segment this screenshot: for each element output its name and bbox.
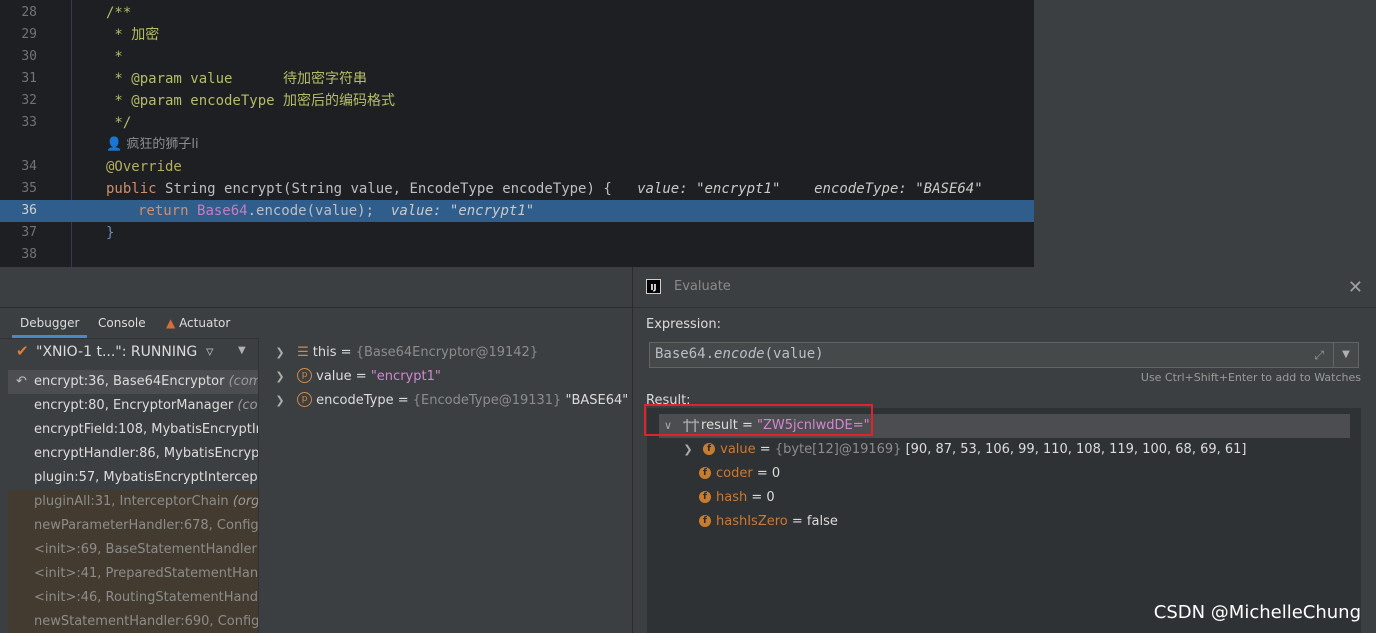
- code-line-30[interactable]: 30 *: [0, 46, 1034, 68]
- variable-value[interactable]: ❯ p value = "encrypt1": [273, 365, 441, 389]
- parameter-icon: p: [297, 392, 313, 407]
- code-editor[interactable]: 28 /** 29 * 加密 30 * 31 * @param value 待加…: [0, 0, 1376, 372]
- frame-item-library[interactable]: <init>:46, RoutingStatementHandler: [8, 586, 258, 610]
- debug-tool-window: Debugger Console ▲ Actuator ✔ "XNIO-1 t.…: [0, 267, 632, 633]
- frame-item[interactable]: encryptField:108, MybatisEncryptInte: [8, 418, 258, 442]
- code-text: * 加密: [106, 27, 160, 43]
- step-back-icon: ↶: [16, 374, 27, 389]
- actuator-icon: ▲: [166, 316, 176, 330]
- line-number: 32: [21, 93, 37, 108]
- variable-this[interactable]: ❯ ☰ this = {Base64Encryptor@19142}: [273, 341, 538, 365]
- line-number: 37: [21, 225, 37, 240]
- watches-hint: Use Ctrl+Shift+Enter to add to Watches: [1140, 371, 1361, 384]
- frame-item-library[interactable]: pluginAll:31, InterceptorChain (org.a: [8, 490, 258, 514]
- result-child-hashiszero[interactable]: f hashIsZero = false: [695, 510, 838, 534]
- field-icon: f: [699, 490, 711, 503]
- code-text: /**: [106, 5, 132, 21]
- code-text: @Override: [106, 159, 182, 175]
- code-line-31[interactable]: 31 * @param value 待加密字符串: [0, 68, 1034, 90]
- evaluate-dialog: IJ Evaluate ✕ Expression: Base64.encode(…: [632, 267, 1376, 633]
- expression-text: Base64.encode(value): [655, 346, 824, 362]
- chevron-right-icon[interactable]: ❯: [681, 438, 695, 462]
- user-icon: 👤: [106, 137, 123, 152]
- chevron-right-icon[interactable]: ❯: [273, 389, 287, 413]
- line-number: 30: [21, 49, 37, 64]
- author-name: 疯狂的狮子li: [126, 137, 199, 152]
- code-text: *: [106, 49, 123, 65]
- tab-actuator[interactable]: ▲ Actuator: [158, 308, 238, 338]
- variable-encodetype[interactable]: ❯ p encodeType = {EncodeType@19131} "BASE…: [273, 389, 628, 413]
- debug-toolbar: [0, 267, 632, 308]
- debug-tabs: Debugger Console ▲ Actuator: [0, 308, 632, 339]
- code-text: }: [106, 225, 115, 241]
- inline-debug-values: value: "encrypt1" encodeType: "BASE64": [637, 181, 983, 197]
- thread-label: "XNIO-1 t...": RUNNING: [36, 344, 198, 360]
- check-icon: ✔: [16, 342, 29, 360]
- chevron-down-icon[interactable]: ▼: [238, 345, 246, 356]
- code-line-36-current[interactable]: 36 return Base64.encode(value); value: "…: [0, 200, 1034, 222]
- line-number: 31: [21, 71, 37, 86]
- frame-item-library[interactable]: <init>:69, BaseStatementHandler (o: [8, 538, 258, 562]
- code-line-33[interactable]: 33 */: [0, 112, 1034, 134]
- frame-item[interactable]: encryptHandler:86, MybatisEncryptIn: [8, 442, 258, 466]
- code-text: * @param value 待加密字符串: [106, 71, 368, 87]
- code-line-32[interactable]: 32 * @param encodeType 加密后的编码格式: [0, 90, 1034, 112]
- result-child-hash[interactable]: f hash = 0: [695, 486, 775, 510]
- variables-tree[interactable]: ❯ ☰ this = {Base64Encryptor@19142} ❯ p val…: [259, 338, 632, 633]
- line-number: 28: [21, 5, 37, 20]
- chevron-right-icon[interactable]: ❯: [273, 365, 287, 389]
- result-child-coder[interactable]: f coder = 0: [695, 462, 780, 486]
- tab-console[interactable]: Console: [90, 308, 154, 338]
- expand-icon[interactable]: ⤢: [1314, 348, 1324, 363]
- field-icon: f: [703, 442, 716, 455]
- line-number: 35: [21, 181, 37, 196]
- author-hint[interactable]: 👤 疯狂的狮子li: [106, 135, 199, 155]
- code-text: public String encrypt(String value, Enco…: [106, 181, 983, 197]
- code-line-35[interactable]: 35 public String encrypt(String value, E…: [0, 178, 1034, 372]
- intellij-logo-icon: IJ: [646, 279, 661, 294]
- code-line-38[interactable]: 38: [0, 244, 1034, 266]
- tab-debugger[interactable]: Debugger: [12, 308, 88, 338]
- thread-selector[interactable]: ✔ "XNIO-1 t...": RUNNING ▿ ▼: [8, 339, 258, 367]
- dialog-title-bar[interactable]: IJ Evaluate ✕: [633, 267, 1376, 308]
- highlight-annotation-box: [644, 404, 873, 436]
- code-text: * @param encodeType 加密后的编码格式: [106, 93, 396, 109]
- expression-label: Expression:: [646, 317, 721, 332]
- frame-item-library[interactable]: <init>:41, PreparedStatementHandle: [8, 562, 258, 586]
- filter-icon[interactable]: ▿: [206, 342, 214, 360]
- line-number: 33: [21, 115, 37, 130]
- line-number: 38: [21, 247, 37, 262]
- chevron-right-icon[interactable]: ❯: [273, 341, 287, 365]
- editor-right-margin: [1034, 0, 1376, 267]
- fields-icon: ☰: [297, 345, 309, 360]
- line-number: 29: [21, 27, 37, 42]
- tab-actuator-label: Actuator: [179, 316, 231, 330]
- close-icon[interactable]: ✕: [1348, 277, 1363, 298]
- watermark: CSDN @MichelleChung: [1153, 602, 1361, 623]
- parameter-icon: p: [297, 368, 313, 383]
- code-text: return Base64.encode(value); value: "enc…: [138, 203, 535, 219]
- code-text: */: [106, 115, 132, 131]
- field-icon: f: [699, 514, 711, 527]
- code-line-34[interactable]: 34 @Override: [0, 156, 1034, 178]
- code-line-28[interactable]: 28 /**: [0, 2, 1034, 24]
- frame-item-library[interactable]: newStatementHandler:690, Configur: [8, 610, 258, 633]
- code-line-29[interactable]: 29 * 加密: [0, 24, 1034, 46]
- history-dropdown[interactable]: ▼: [1333, 343, 1358, 367]
- inline-debug-values: value: "encrypt1": [390, 203, 535, 219]
- code-line-37[interactable]: 37 }: [0, 222, 1034, 244]
- frame-item[interactable]: plugin:57, MybatisEncryptIntercepto: [8, 466, 258, 490]
- frame-item[interactable]: encrypt:80, EncryptorManager (com: [8, 394, 258, 418]
- dialog-title: Evaluate: [674, 279, 731, 294]
- line-number: 36: [21, 203, 37, 218]
- frames-list[interactable]: ↶ encrypt:36, Base64Encryptor (com.r enc…: [8, 367, 258, 633]
- result-child-value[interactable]: ❯ f value = {byte[12]@19169} [90, 87, 53,…: [681, 438, 1246, 462]
- frame-item[interactable]: ↶ encrypt:36, Base64Encryptor (com.r: [8, 370, 258, 394]
- frame-item-library[interactable]: newParameterHandler:678, Configur: [8, 514, 258, 538]
- field-icon: f: [699, 466, 711, 479]
- result-tree[interactable]: ∨ ϮϮ result = "ZW5jcnlwdDE=" ❯ f value = {…: [647, 408, 1361, 633]
- expression-input[interactable]: Base64.encode(value) ⤢ ▼: [649, 342, 1359, 368]
- line-number: 34: [21, 159, 37, 174]
